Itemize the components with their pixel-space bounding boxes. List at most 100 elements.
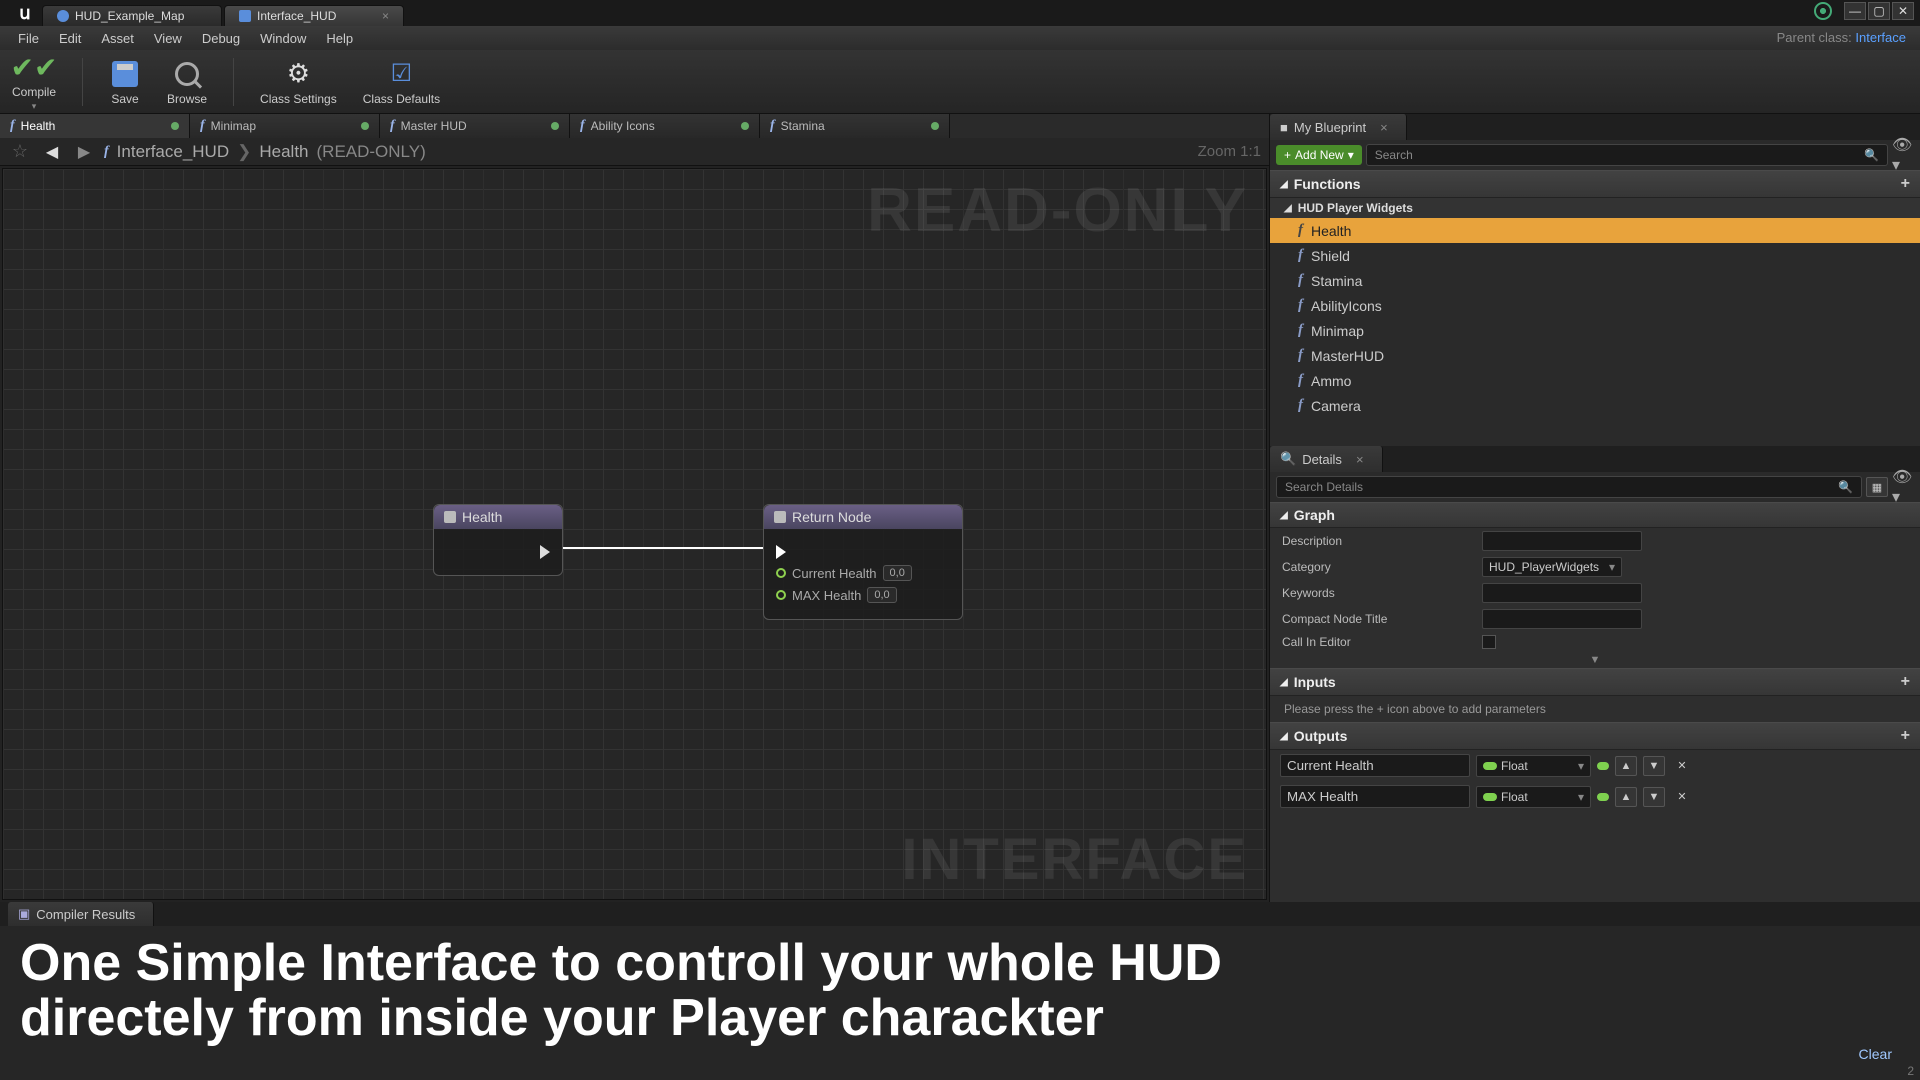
node-icon: [774, 511, 786, 523]
add-output-button[interactable]: +: [1901, 727, 1910, 745]
class-defaults-button[interactable]: ☑ Class Defaults: [363, 58, 440, 106]
favorite-icon[interactable]: ☆: [8, 142, 32, 162]
close-icon[interactable]: ×: [1380, 120, 1388, 135]
fn-tab-stamina[interactable]: fStamina: [760, 114, 950, 138]
close-window-button[interactable]: ✕: [1892, 2, 1914, 20]
function-icon: f: [1298, 247, 1303, 264]
property-matrix-button[interactable]: ▦: [1866, 477, 1888, 497]
node-health-entry[interactable]: Health: [433, 504, 563, 576]
function-icon: f: [1298, 397, 1303, 414]
function-icon: f: [1298, 297, 1303, 314]
fn-tab-abilityicons[interactable]: fAbility Icons: [570, 114, 760, 138]
clear-button[interactable]: Clear: [1859, 1046, 1892, 1062]
menu-asset[interactable]: Asset: [91, 28, 144, 49]
browse-button[interactable]: Browse: [167, 58, 207, 106]
node-return[interactable]: Return Node Current Health0,0 MAX Health…: [763, 504, 963, 620]
call-in-editor-checkbox[interactable]: [1482, 635, 1496, 649]
graph-section[interactable]: ◢Graph: [1270, 502, 1920, 528]
add-new-button[interactable]: +Add New▾: [1276, 145, 1362, 165]
details-tab[interactable]: 🔍Details×: [1270, 446, 1383, 472]
doc-tab-map[interactable]: HUD_Example_Map: [42, 5, 222, 26]
data-pin[interactable]: [776, 568, 786, 578]
fn-item-camera[interactable]: fCamera: [1270, 393, 1920, 418]
menu-edit[interactable]: Edit: [49, 28, 91, 49]
close-icon[interactable]: ×: [382, 9, 389, 23]
readonly-label: (READ-ONLY): [317, 142, 426, 162]
category-dropdown[interactable]: HUD_PlayerWidgets: [1482, 557, 1622, 577]
exec-in-pin[interactable]: [776, 545, 786, 559]
nav-forward-button[interactable]: ▶: [72, 142, 96, 162]
exec-out-pin[interactable]: [540, 545, 550, 559]
compiler-results-tab[interactable]: ▣Compiler Results: [8, 902, 154, 926]
readonly-watermark: READ-ONLY: [867, 175, 1248, 246]
browse-icon: [175, 62, 199, 86]
fn-item-masterhud[interactable]: fMasterHUD: [1270, 343, 1920, 368]
menu-file[interactable]: File: [8, 28, 49, 49]
expand-icon: ◢: [1280, 731, 1288, 742]
move-up-button[interactable]: ▲: [1615, 756, 1637, 776]
zoom-label: Zoom 1:1: [1198, 143, 1261, 160]
add-input-button[interactable]: +: [1901, 673, 1910, 691]
menu-help[interactable]: Help: [316, 28, 363, 49]
parent-class-link[interactable]: Interface: [1855, 30, 1906, 45]
data-pin[interactable]: [776, 590, 786, 600]
inputs-section[interactable]: ◢Inputs+: [1270, 668, 1920, 696]
compile-button[interactable]: ✔✔ Compile ▾: [12, 51, 56, 112]
compact-title-input[interactable]: [1482, 609, 1642, 629]
toolbar: ✔✔ Compile ▾ Save Browse ⚙ Class Setting…: [0, 50, 1920, 114]
fn-item-stamina[interactable]: fStamina: [1270, 268, 1920, 293]
doc-tab-interface[interactable]: Interface_HUD ×: [224, 5, 404, 26]
param-type-dropdown[interactable]: Float: [1476, 786, 1591, 808]
expand-advanced-button[interactable]: ▼: [1270, 652, 1920, 668]
remove-param-button[interactable]: ✕: [1671, 756, 1693, 776]
menu-view[interactable]: View: [144, 28, 192, 49]
class-settings-button[interactable]: ⚙ Class Settings: [260, 58, 337, 106]
remove-param-button[interactable]: ✕: [1671, 787, 1693, 807]
pin-link-icon: [1597, 793, 1609, 801]
breadcrumb-root[interactable]: Interface_HUD: [117, 142, 229, 162]
nav-back-button[interactable]: ◀: [40, 142, 64, 162]
fn-tab-minimap[interactable]: fMinimap: [190, 114, 380, 138]
menu-debug[interactable]: Debug: [192, 28, 250, 49]
function-group[interactable]: ◢HUD Player Widgets: [1270, 198, 1920, 218]
move-down-button[interactable]: ▼: [1643, 756, 1665, 776]
breadcrumb-leaf[interactable]: Health: [259, 142, 308, 162]
view-options-button[interactable]: 👁▾: [1892, 145, 1914, 165]
my-blueprint-tab[interactable]: ■My Blueprint×: [1270, 114, 1407, 140]
expand-icon: ◢: [1284, 203, 1292, 214]
menu-window[interactable]: Window: [250, 28, 316, 49]
view-options-button[interactable]: 👁▾: [1892, 477, 1914, 497]
keywords-input[interactable]: [1482, 583, 1642, 603]
save-button[interactable]: Save: [109, 58, 141, 106]
outputs-section[interactable]: ◢Outputs+: [1270, 722, 1920, 750]
fn-tab-masterhud[interactable]: fMaster HUD: [380, 114, 570, 138]
graph-canvas[interactable]: READ-ONLY INTERFACE Health Return Node C…: [2, 168, 1267, 900]
output-icon: ▣: [18, 906, 30, 922]
param-type-dropdown[interactable]: Float: [1476, 755, 1591, 777]
fn-item-abilityicons[interactable]: fAbilityIcons: [1270, 293, 1920, 318]
functions-category[interactable]: ◢Functions+: [1270, 170, 1920, 198]
description-input[interactable]: [1482, 531, 1642, 551]
fn-item-ammo[interactable]: fAmmo: [1270, 368, 1920, 393]
page-number: 2: [1907, 1064, 1914, 1078]
minimize-button[interactable]: —: [1844, 2, 1866, 20]
move-up-button[interactable]: ▲: [1615, 787, 1637, 807]
fn-item-health[interactable]: fHealth: [1270, 218, 1920, 243]
move-down-button[interactable]: ▼: [1643, 787, 1665, 807]
close-icon[interactable]: ×: [1356, 452, 1364, 467]
fn-tab-health[interactable]: fHealth: [0, 114, 190, 138]
interface-watermark: INTERFACE: [901, 826, 1248, 893]
details-icon: 🔍: [1280, 451, 1296, 467]
add-function-button[interactable]: +: [1901, 175, 1910, 193]
my-blueprint-search[interactable]: Search🔍: [1366, 144, 1888, 166]
maximize-button[interactable]: ▢: [1868, 2, 1890, 20]
blueprint-icon: [239, 10, 251, 22]
fn-item-minimap[interactable]: fMinimap: [1270, 318, 1920, 343]
expand-icon: ◢: [1280, 677, 1288, 688]
chevron-right-icon: ❯: [237, 142, 251, 162]
details-search[interactable]: Search Details🔍: [1276, 476, 1862, 498]
graph-nav: ☆ ◀ ▶ f Interface_HUD ❯ Health (READ-ONL…: [0, 138, 1269, 166]
param-name-input[interactable]: [1280, 785, 1470, 808]
fn-item-shield[interactable]: fShield: [1270, 243, 1920, 268]
param-name-input[interactable]: [1280, 754, 1470, 777]
